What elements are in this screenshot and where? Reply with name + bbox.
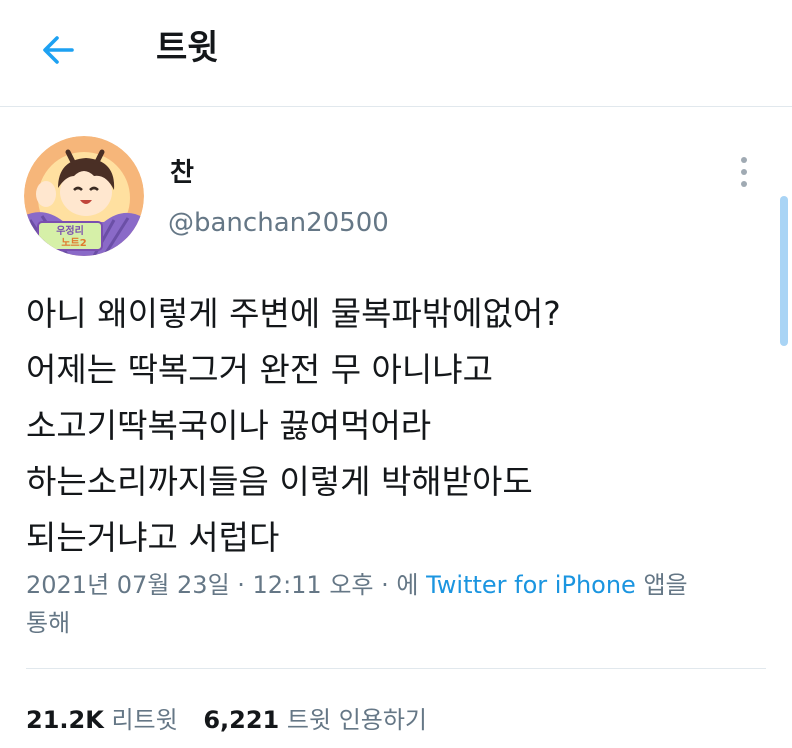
quotes-count: 6,221 [203,706,280,734]
dot [741,181,747,187]
quotes-stat[interactable]: 6,221 트윗 인용하기 [203,706,427,734]
quotes-label: 트윗 인용하기 [286,706,428,734]
retweets-label: 리트윗 [111,706,178,734]
source-suffix: 앱을 [643,571,688,599]
retweets-count: 21.2K [26,706,104,734]
tweet-line: 하는소리까지들음 이렇게 박해받아도 [26,462,533,501]
divider [26,668,766,669]
page-title: 트윗 [156,28,219,68]
top-bar: 트윗 [0,0,792,107]
cartoon-avatar: 우정리 노트2 [24,136,144,256]
scrollbar[interactable] [780,196,788,346]
back-button[interactable] [34,26,82,74]
more-options-icon[interactable] [730,152,758,192]
avatar[interactable]: 우정리 노트2 [24,136,144,256]
source-suffix-2: 통해 [26,609,71,637]
arrow-left-icon [43,36,74,64]
timestamp[interactable]: 2021년 07월 23일 · 12:11 오후 · 에 [26,571,418,599]
tweet-stats: 21.2K 리트윗 6,221 트윗 인용하기 [26,700,445,735]
source-link[interactable]: Twitter for iPhone [426,571,636,599]
tweet-line: 아니 왜이렇게 주변에 물복파밖에없어? [26,294,561,333]
dot [741,157,747,163]
dot [741,169,747,175]
svg-text:노트2: 노트2 [61,237,86,249]
tweet-line: 어제는 딱복그거 완전 무 아니냐고 [26,350,493,389]
tweet-text: 아니 왜이렇게 주변에 물복파밖에없어? 어제는 딱복그거 완전 무 아니냐고 … [26,286,766,566]
author-handle[interactable]: @banchan20500 [168,208,389,238]
retweets-stat[interactable]: 21.2K 리트윗 [26,706,178,734]
author-name[interactable]: 찬 [170,152,194,189]
tweet-line: 소고기딱복국이나 끓여먹어라 [26,406,432,445]
tweet-meta: 2021년 07월 23일 · 12:11 오후 · 에 Twitter for… [26,566,766,642]
tweet-line: 되는거냐고 서럽다 [26,518,280,557]
svg-text:우정리: 우정리 [56,224,84,237]
